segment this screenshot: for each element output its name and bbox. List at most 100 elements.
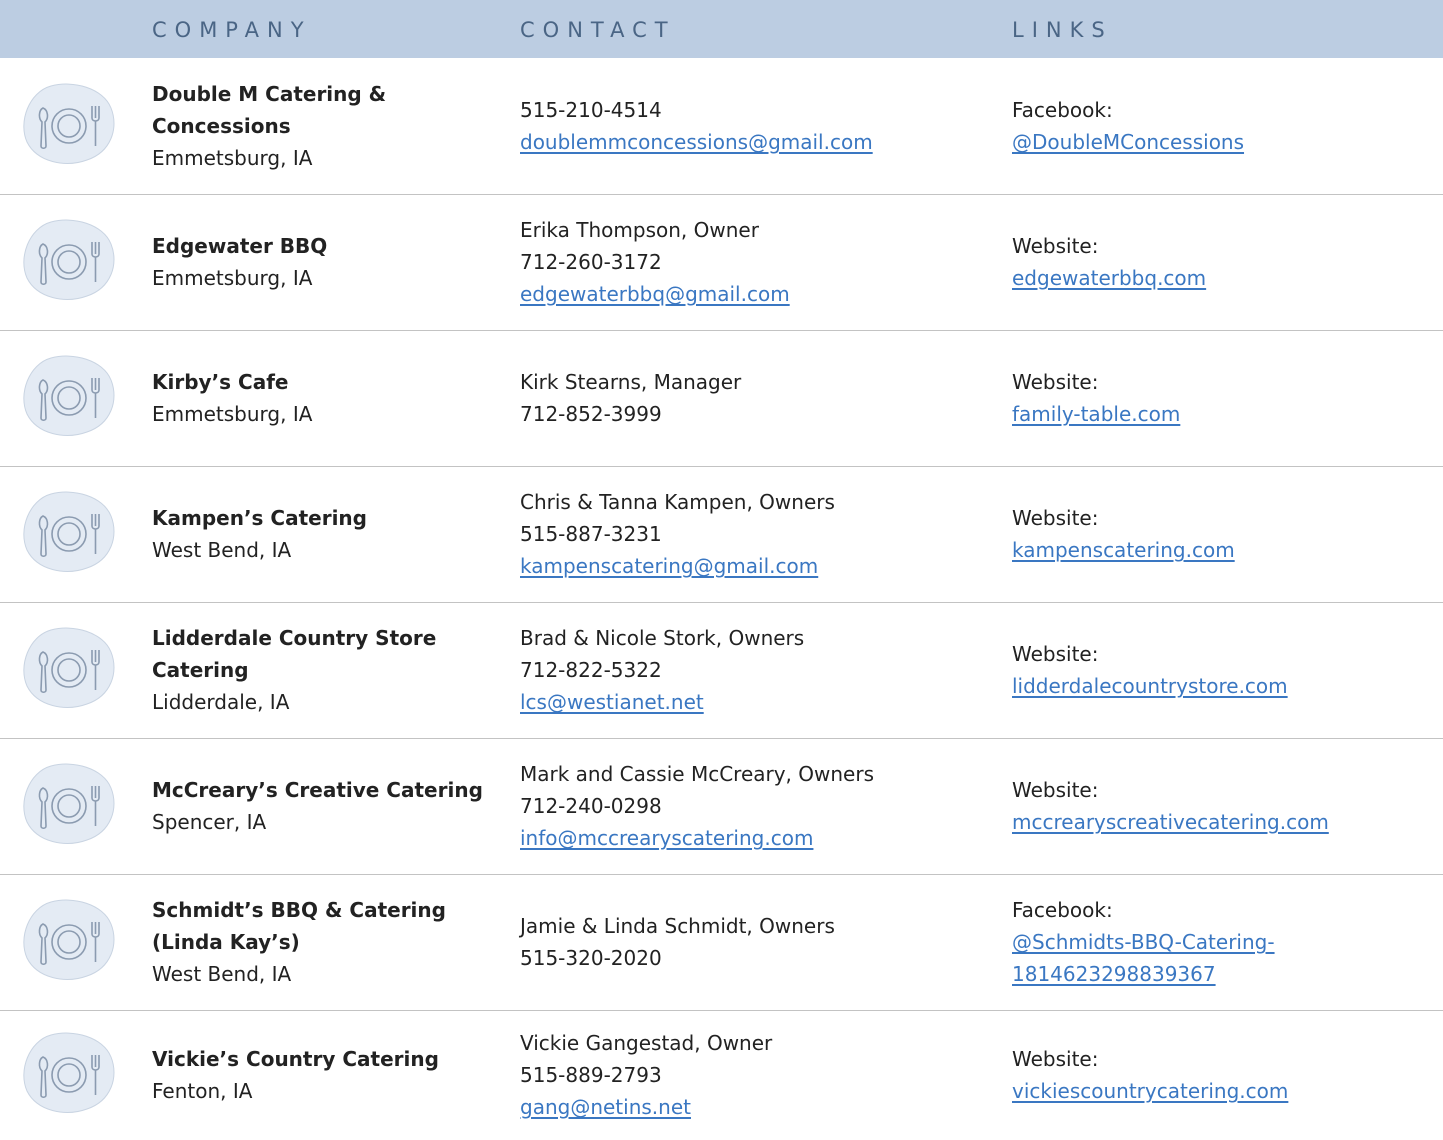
web-link[interactable]: 1814623298839367 xyxy=(1012,958,1432,990)
contact-cell: Jamie & Linda Schmidt, Owners 515-320-202… xyxy=(520,874,990,1010)
link-label: Website: xyxy=(1012,642,1099,666)
company-cell: Kirby’s Cafe Emmetsburg, IA xyxy=(152,330,497,466)
company-cell: McCreary’s Creative Catering Spencer, IA xyxy=(152,738,497,874)
company-cell: Schmidt’s BBQ & Catering (Linda Kay’s) Wes… xyxy=(152,874,497,1010)
company-cell: Vickie’s Country Catering Fenton, IA xyxy=(152,1010,497,1140)
company-name: Catering xyxy=(152,658,249,682)
contact-cell: 515-210-4514 doublemmconcessions@gmail.co… xyxy=(520,58,990,194)
company-cell: Edgewater BBQ Emmetsburg, IA xyxy=(152,194,497,330)
contact-line: Chris & Tanna Kampen, Owners xyxy=(520,490,835,514)
contact-line: Kirk Stearns, Manager xyxy=(520,370,742,394)
company-name: McCreary’s Creative Catering xyxy=(152,778,483,802)
company-name: (Linda Kay’s) xyxy=(152,930,300,954)
company-location: Spencer, IA xyxy=(152,810,267,834)
web-link[interactable]: vickiescountrycatering.com xyxy=(1012,1075,1432,1107)
email-link[interactable]: gang@netins.net xyxy=(520,1091,990,1123)
links-cell: Website: vickiescountrycatering.com xyxy=(1012,1010,1432,1140)
plate-and-utensils-icon xyxy=(21,1031,117,1115)
table-row: McCreary’s Creative Catering Spencer, IA M… xyxy=(0,738,1443,875)
web-link[interactable]: mccrearyscreativecatering.com xyxy=(1012,806,1432,838)
plate-and-utensils-icon xyxy=(21,218,117,302)
link-label: Website: xyxy=(1012,234,1099,258)
table-row: Kampen’s Catering West Bend, IA Chris & Ta… xyxy=(0,466,1443,603)
web-link[interactable]: edgewaterbbq.com xyxy=(1012,262,1432,294)
header-contact: CONTACT xyxy=(520,18,676,42)
company-location: Emmetsburg, IA xyxy=(152,402,313,426)
email-link[interactable]: doublemmconcessions@gmail.com xyxy=(520,126,990,158)
contact-line: 515-320-2020 xyxy=(520,946,662,970)
company-location: Lidderdale, IA xyxy=(152,690,290,714)
company-cell: Double M Catering & Concessions Emmetsburg… xyxy=(152,58,497,194)
company-name: Double M Catering & xyxy=(152,82,387,106)
company-location: Fenton, IA xyxy=(152,1079,253,1103)
web-link[interactable]: lidderdalecountrystore.com xyxy=(1012,670,1432,702)
link-label: Website: xyxy=(1012,370,1099,394)
plate-and-utensils-icon xyxy=(21,898,117,982)
link-label: Website: xyxy=(1012,778,1099,802)
company-name: Concessions xyxy=(152,114,291,138)
table-row: Edgewater BBQ Emmetsburg, IA Erika Thompso… xyxy=(0,194,1443,331)
table-row: Kirby’s Cafe Emmetsburg, IA Kirk Stearns, … xyxy=(0,330,1443,467)
company-name: Kirby’s Cafe xyxy=(152,370,289,394)
company-name: Kampen’s Catering xyxy=(152,506,367,530)
company-location: West Bend, IA xyxy=(152,538,292,562)
web-link[interactable]: kampenscatering.com xyxy=(1012,534,1432,566)
table-row: Vickie’s Country Catering Fenton, IA Vicki… xyxy=(0,1010,1443,1140)
email-link[interactable]: lcs@westianet.net xyxy=(520,686,990,718)
contact-line: Erika Thompson, Owner xyxy=(520,218,759,242)
web-link[interactable]: @DoubleMConcessions xyxy=(1012,126,1432,158)
links-cell: Website: edgewaterbbq.com xyxy=(1012,194,1432,330)
contact-cell: Kirk Stearns, Manager 712-852-3999 xyxy=(520,330,990,466)
links-cell: Facebook: @DoubleMConcessions xyxy=(1012,58,1432,194)
contact-line: 712-852-3999 xyxy=(520,402,662,426)
company-name: Schmidt’s BBQ & Catering xyxy=(152,898,446,922)
contact-line: 515-889-2793 xyxy=(520,1063,662,1087)
contact-cell: Mark and Cassie McCreary, Owners 712-240-… xyxy=(520,738,990,874)
table-row: Double M Catering & Concessions Emmetsburg… xyxy=(0,58,1443,195)
contact-line: 712-260-3172 xyxy=(520,250,662,274)
plate-and-utensils-icon xyxy=(21,82,117,166)
link-label: Website: xyxy=(1012,1047,1099,1071)
contact-cell: Vickie Gangestad, Owner 515-889-2793 gang@… xyxy=(520,1010,990,1140)
links-cell: Website: kampenscatering.com xyxy=(1012,466,1432,602)
links-cell: Facebook: @Schmidts-BBQ-Catering- 18146232… xyxy=(1012,874,1432,1010)
company-name: Edgewater BBQ xyxy=(152,234,328,258)
contact-line: Vickie Gangestad, Owner xyxy=(520,1031,773,1055)
web-link[interactable]: @Schmidts-BBQ-Catering- xyxy=(1012,926,1432,958)
email-link[interactable]: kampenscatering@gmail.com xyxy=(520,550,990,582)
table-header: COMPANY CONTACT LINKS xyxy=(0,0,1443,58)
plate-and-utensils-icon xyxy=(21,762,117,846)
contact-cell: Brad & Nicole Stork, Owners 712-822-5322 l… xyxy=(520,602,990,738)
contact-line: 515-887-3231 xyxy=(520,522,662,546)
link-label: Facebook: xyxy=(1012,98,1113,122)
contact-line: 515-210-4514 xyxy=(520,98,662,122)
contact-cell: Chris & Tanna Kampen, Owners 515-887-3231… xyxy=(520,466,990,602)
email-link[interactable]: info@mccrearyscatering.com xyxy=(520,822,990,854)
contact-line: 712-822-5322 xyxy=(520,658,662,682)
contact-line: Mark and Cassie McCreary, Owners xyxy=(520,762,874,786)
table-row: Schmidt’s BBQ & Catering (Linda Kay’s) Wes… xyxy=(0,874,1443,1011)
company-location: Emmetsburg, IA xyxy=(152,266,313,290)
company-name: Lidderdale Country Store xyxy=(152,626,437,650)
plate-and-utensils-icon xyxy=(21,626,117,710)
link-label: Website: xyxy=(1012,506,1099,530)
table-row: Lidderdale Country Store Catering Lidderda… xyxy=(0,602,1443,739)
header-links: LINKS xyxy=(1012,18,1113,42)
contact-line: Jamie & Linda Schmidt, Owners xyxy=(520,914,835,938)
email-link[interactable]: edgewaterbbq@gmail.com xyxy=(520,278,990,310)
header-company: COMPANY xyxy=(152,18,312,42)
link-label: Facebook: xyxy=(1012,898,1113,922)
company-cell: Lidderdale Country Store Catering Lidderda… xyxy=(152,602,497,738)
company-name: Vickie’s Country Catering xyxy=(152,1047,439,1071)
plate-and-utensils-icon xyxy=(21,354,117,438)
company-cell: Kampen’s Catering West Bend, IA xyxy=(152,466,497,602)
contact-cell: Erika Thompson, Owner 712-260-3172 edgewat… xyxy=(520,194,990,330)
links-cell: Website: mccrearyscreativecatering.com xyxy=(1012,738,1432,874)
company-location: West Bend, IA xyxy=(152,962,292,986)
web-link[interactable]: family-table.com xyxy=(1012,398,1432,430)
links-cell: Website: family-table.com xyxy=(1012,330,1432,466)
links-cell: Website: lidderdalecountrystore.com xyxy=(1012,602,1432,738)
company-location: Emmetsburg, IA xyxy=(152,146,313,170)
plate-and-utensils-icon xyxy=(21,490,117,574)
contact-line: 712-240-0298 xyxy=(520,794,662,818)
